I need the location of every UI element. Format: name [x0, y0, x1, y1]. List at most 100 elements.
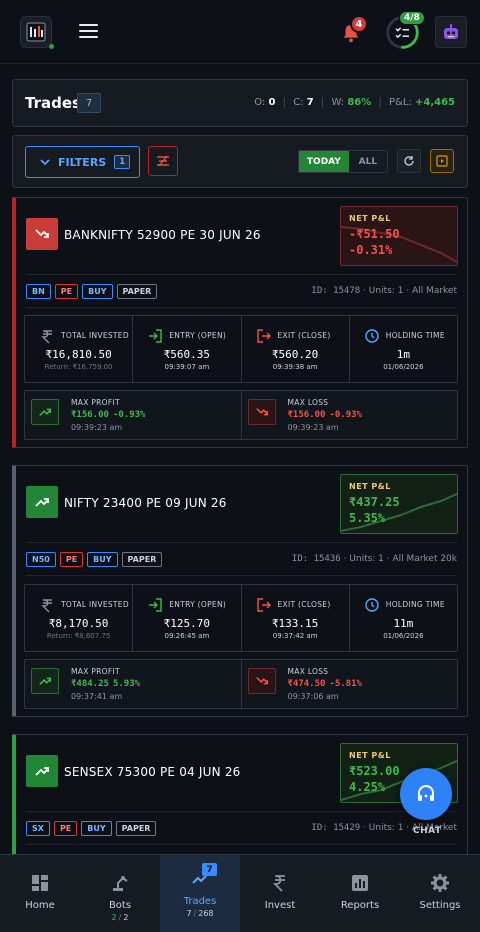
exit-time: 09:37:42 am — [272, 632, 318, 640]
closed-stat-label: C: — [293, 97, 304, 108]
exit-time: 09:39:38 am — [272, 363, 318, 371]
nav-bots[interactable]: Bots 2/2 — [80, 855, 160, 932]
nav-trades[interactable]: 7 Trades 7/268 — [160, 855, 240, 932]
chat-button[interactable] — [400, 768, 452, 820]
date-range-toggle: TODAY ALL — [298, 150, 388, 173]
max-loss-cell: MAX LOSS ₹474.50 -5.81% 09:37:06 am — [242, 660, 458, 708]
replay-button[interactable] — [430, 149, 454, 173]
rupee-icon — [41, 330, 52, 344]
nav-reports[interactable]: Reports — [320, 855, 400, 932]
headset-icon — [418, 785, 434, 801]
trade-market: All Market — [412, 286, 457, 296]
pnl-stat-value: +4,465 — [414, 97, 455, 108]
divider — [26, 542, 457, 543]
filter-bar: FILTERS 1 TODAY ALL — [12, 135, 468, 188]
max-loss-percent: -0.93% — [329, 410, 362, 420]
trade-card[interactable]: SENSEX 75300 PE 04 JUN 26 NET P&L ₹523.0… — [12, 734, 468, 874]
rupee-icon — [272, 875, 285, 892]
exit-price: ₹133.15 — [271, 617, 319, 630]
online-status-dot — [49, 44, 54, 49]
filters-button[interactable]: FILTERS 1 — [25, 146, 140, 178]
holding-time: 11m — [393, 617, 414, 630]
return-value: Return: ₹16,759.00 — [44, 363, 113, 371]
trade-meta: ID: 15478 · Units: 1 · All Market — [311, 286, 457, 296]
clear-filters-button[interactable] — [148, 146, 178, 176]
holding-time: 1m — [396, 348, 410, 361]
logo-icon — [26, 22, 46, 42]
nav-settings[interactable]: Settings — [400, 855, 480, 932]
closed-stat-value: 7 — [306, 97, 314, 108]
dashboard-icon — [32, 875, 48, 891]
filters-label: FILTERS — [58, 155, 107, 169]
nav-trades-badge: 7 — [202, 863, 217, 876]
all-toggle[interactable]: ALL — [349, 151, 387, 172]
divider — [26, 274, 457, 275]
app-logo[interactable] — [20, 16, 52, 48]
trend-up-icon — [26, 486, 58, 518]
nav-home[interactable]: Home — [0, 855, 80, 932]
exit-icon — [256, 329, 271, 343]
task-progress-badge: 4/8 — [399, 11, 425, 25]
menu-icon[interactable] — [79, 24, 98, 40]
chart-icon — [352, 875, 368, 891]
tag-option-type: PE — [59, 552, 84, 567]
top-bar: 4 4/8 — [0, 0, 480, 64]
trade-details-grid: TOTAL INVESTED ₹8,170.50 Return: ₹8,607.… — [24, 584, 458, 652]
trend-up-icon — [31, 399, 59, 425]
holding-date: 01/06/2026 — [383, 363, 424, 371]
clear-filter-icon — [157, 155, 169, 167]
tag-mode: PAPER — [121, 552, 163, 567]
trade-stats: O: 0 | C: 7 | W: 86% | P&L: +4,465 — [254, 97, 455, 108]
max-profit-cell: MAX PROFIT ₹156.00 -0.93% 09:39:23 am — [25, 391, 242, 439]
win-stat-label: W: — [331, 97, 345, 108]
nav-bots-label: Bots — [108, 900, 132, 911]
trade-card[interactable]: NIFTY 23400 PE 09 JUN 26 NET P&L ₹437.25… — [12, 465, 468, 717]
entry-price: ₹125.70 — [163, 617, 211, 630]
user-avatar[interactable] — [435, 16, 467, 48]
tag-mode: PAPER — [115, 821, 157, 836]
trades-count-badge: 7 — [77, 93, 101, 113]
trend-down-icon — [26, 218, 58, 250]
exit-cell: EXIT (CLOSE) ₹560.20 09:39:38 am — [242, 316, 350, 382]
net-pnl-box: NET P&L ₹437.25 5.35% — [340, 474, 458, 534]
max-loss-percent: -5.81% — [329, 679, 362, 689]
trade-card[interactable]: BANKNIFTY 52900 PE 30 JUN 26 NET P&L -₹5… — [12, 197, 468, 448]
open-stat-value: 0 — [268, 97, 276, 108]
max-loss-time: 09:37:06 am — [287, 692, 339, 701]
clock-icon — [365, 598, 379, 612]
max-loss-time: 09:39:23 am — [287, 423, 339, 432]
trade-units: Units: 1 — [368, 286, 404, 296]
max-profit-percent: -0.93% — [112, 410, 146, 420]
divider — [26, 575, 457, 576]
max-profit-percent: 5.93% — [112, 679, 141, 689]
trend-down-icon — [247, 668, 276, 694]
total-invested-cell: TOTAL INVESTED ₹16,810.50 Return: ₹16,75… — [25, 316, 134, 382]
nav-invest[interactable]: Invest — [240, 855, 320, 932]
net-pnl-percent: -0.31% — [349, 243, 393, 257]
entry-cell: ENTRY (OPEN) ₹560.35 09:39:07 am — [133, 316, 242, 382]
net-pnl-label: NET P&L — [349, 482, 391, 491]
nav-bots-count: 2/2 — [111, 913, 129, 922]
refresh-icon — [404, 156, 414, 166]
trend-up-icon — [26, 755, 58, 787]
win-stat-value: 86% — [347, 97, 372, 108]
nav-reports-label: Reports — [340, 900, 380, 911]
nav-settings-label: Settings — [419, 900, 461, 911]
trade-tags: N50 PE BUY PAPER — [26, 552, 163, 567]
trend-up-icon — [31, 668, 59, 694]
tag-mode: PAPER — [116, 284, 158, 299]
tag-option-type: PE — [54, 284, 79, 299]
trade-units: Units: 1 — [349, 554, 384, 564]
today-toggle[interactable]: TODAY — [299, 151, 349, 172]
robot-arm-icon — [113, 876, 128, 891]
trade-tags: SX PE BUY PAPER — [26, 821, 157, 836]
holding-date: 01/06/2026 — [383, 632, 424, 640]
robot-avatar-icon — [444, 24, 458, 39]
max-profit-cell: MAX PROFIT ₹484.25 5.93% 09:37:41 am — [25, 660, 242, 708]
max-profit-value: ₹484.25 — [71, 679, 109, 689]
max-profit-loss-grid: MAX PROFIT ₹156.00 -0.93% 09:39:23 am MAX… — [24, 390, 458, 440]
refresh-button[interactable] — [397, 149, 421, 173]
tag-option-type: PE — [53, 821, 78, 836]
trade-id: ID: 15436 — [291, 554, 341, 564]
filters-count-badge: 1 — [114, 155, 131, 169]
